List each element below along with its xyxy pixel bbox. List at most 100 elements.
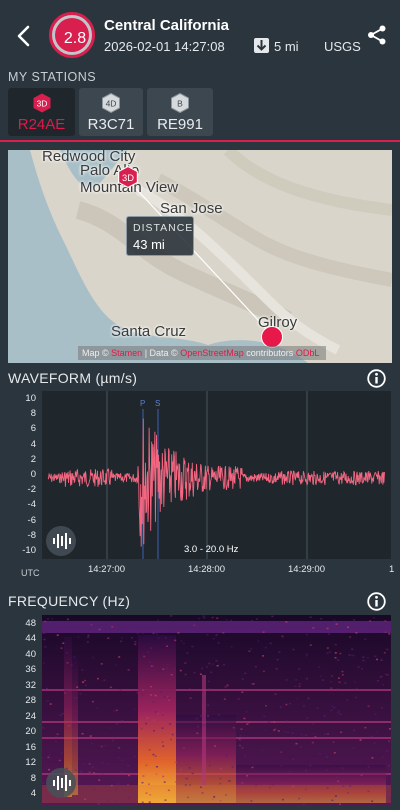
spectrogram-y-tick: 44 <box>25 633 36 645</box>
station-tab-r3c71[interactable]: 4D R3C71 <box>79 88 143 136</box>
waveform-info-icon[interactable] <box>367 369 386 388</box>
spectrogram-noise <box>91 766 94 768</box>
spectrogram-noise <box>359 739 362 741</box>
spectrogram-noise <box>362 659 365 662</box>
spectrogram-noise <box>114 799 117 802</box>
spectrogram-sound-button[interactable] <box>46 768 76 798</box>
spectrogram-noise <box>58 759 61 762</box>
spectrogram-noise <box>250 648 252 650</box>
spectrogram-noise <box>380 659 383 661</box>
spectrogram-noise <box>66 662 69 664</box>
spectrogram-noise <box>56 634 59 636</box>
spectrogram-noise <box>140 727 143 730</box>
phase-pick-label: P <box>140 399 145 408</box>
spectrogram-noise <box>355 687 358 690</box>
attribution-link-map[interactable]: Stamen <box>111 348 142 358</box>
spectrogram-noise <box>255 622 258 624</box>
spectrogram-noise <box>89 735 92 737</box>
spectrogram-noise <box>216 633 219 636</box>
spectrogram-noise <box>185 777 188 780</box>
spectrogram-noise <box>193 624 196 626</box>
spectrogram-noise <box>118 656 121 658</box>
spectrogram-noise <box>311 741 314 744</box>
spectrogram-noise <box>251 766 254 769</box>
share-icon[interactable] <box>367 25 387 45</box>
depth-arrow-down-icon <box>254 38 269 53</box>
spectrogram-noise <box>141 694 144 696</box>
spectrogram-noise <box>241 747 244 749</box>
spectrogram-noise <box>248 650 251 652</box>
spectrogram-noise <box>145 722 148 725</box>
spectrogram-noise <box>211 742 213 744</box>
spectrogram-noise <box>54 740 57 743</box>
spectrogram-noise <box>56 733 59 735</box>
spectrogram-noise <box>164 799 167 801</box>
spectrogram-noise <box>246 775 248 777</box>
epicenter-marker[interactable] <box>261 326 283 348</box>
spectrogram-noise <box>182 642 185 645</box>
sound-wave-icon <box>53 775 71 791</box>
attribution-link-license[interactable]: ODbL <box>296 348 320 358</box>
spectrogram-noise <box>201 792 204 794</box>
spectrogram-noise <box>199 673 202 675</box>
station-marker-icon[interactable]: 3D <box>118 166 138 188</box>
back-icon[interactable] <box>14 24 34 48</box>
spectrogram-noise <box>370 735 373 738</box>
spectrogram-noise <box>150 685 153 688</box>
waveform-sound-button[interactable] <box>46 526 76 556</box>
spectrogram-noise <box>262 655 264 657</box>
spectrogram-noise <box>269 642 272 645</box>
spectrogram-noise <box>76 686 79 688</box>
spectrogram-noise <box>207 704 210 706</box>
spectrogram-noise <box>260 749 263 751</box>
spectrogram-noise <box>243 717 246 720</box>
station-tab-r24ae[interactable]: 3D R24AE <box>8 88 75 136</box>
spectrogram-noise <box>314 736 317 738</box>
spectrogram-noise <box>298 797 301 800</box>
frequency-info-icon[interactable] <box>367 592 386 611</box>
spectrogram-noise <box>285 621 288 623</box>
spectrogram-noise <box>202 615 205 617</box>
spectrogram-noise <box>110 784 113 787</box>
spectrogram-noise <box>109 686 112 689</box>
waveform-plot[interactable]: PS <box>42 391 391 559</box>
spectrogram-noise <box>152 701 155 703</box>
spectrogram-noise <box>380 675 383 678</box>
map-view[interactable]: Redwood City Palo Alto Mountain View San… <box>8 150 392 363</box>
spectrogram-noise <box>102 762 105 764</box>
spectrogram-noise <box>285 623 288 626</box>
spectrogram-noise <box>145 792 148 794</box>
spectrogram-noise <box>208 765 211 767</box>
spectrogram-noise <box>117 756 120 759</box>
spectrogram-noise <box>111 626 114 628</box>
spectrogram-noise <box>120 640 123 643</box>
spectrogram-noise <box>90 742 93 745</box>
spectrogram-noise <box>115 709 118 711</box>
spectrogram-noise <box>364 627 367 630</box>
spectrogram-noise <box>322 679 324 681</box>
spectrogram-noise <box>238 738 241 740</box>
spectrogram-chart <box>42 615 391 805</box>
attribution-link-data[interactable]: OpenStreetMap <box>180 348 244 358</box>
spectrogram-noise <box>220 768 222 770</box>
spectrogram-noise <box>279 706 282 708</box>
spectrogram-noise <box>254 665 257 668</box>
spectrogram-noise <box>117 783 119 785</box>
spectrogram-noise <box>142 632 145 634</box>
spectrogram-y-tick: 12 <box>25 757 36 769</box>
spectrogram-noise <box>268 786 271 789</box>
spectrogram-noise <box>127 764 130 767</box>
spectrogram-noise <box>330 709 333 711</box>
waveform-y-tick: 8 <box>30 408 36 420</box>
spectrogram-noise <box>208 662 211 665</box>
spectrogram-noise <box>157 637 160 639</box>
spectrogram-noise <box>161 714 164 716</box>
spectrogram-plot[interactable] <box>42 615 391 805</box>
spectrogram-noise <box>46 700 49 702</box>
spectrogram-noise <box>367 790 370 793</box>
spectrogram-noise <box>133 708 136 710</box>
spectrogram-noise <box>341 767 344 769</box>
station-tab-re991[interactable]: B RE991 <box>147 88 213 136</box>
source-label: USGS <box>324 39 361 54</box>
spectrogram-y-tick: 4 <box>30 788 36 799</box>
